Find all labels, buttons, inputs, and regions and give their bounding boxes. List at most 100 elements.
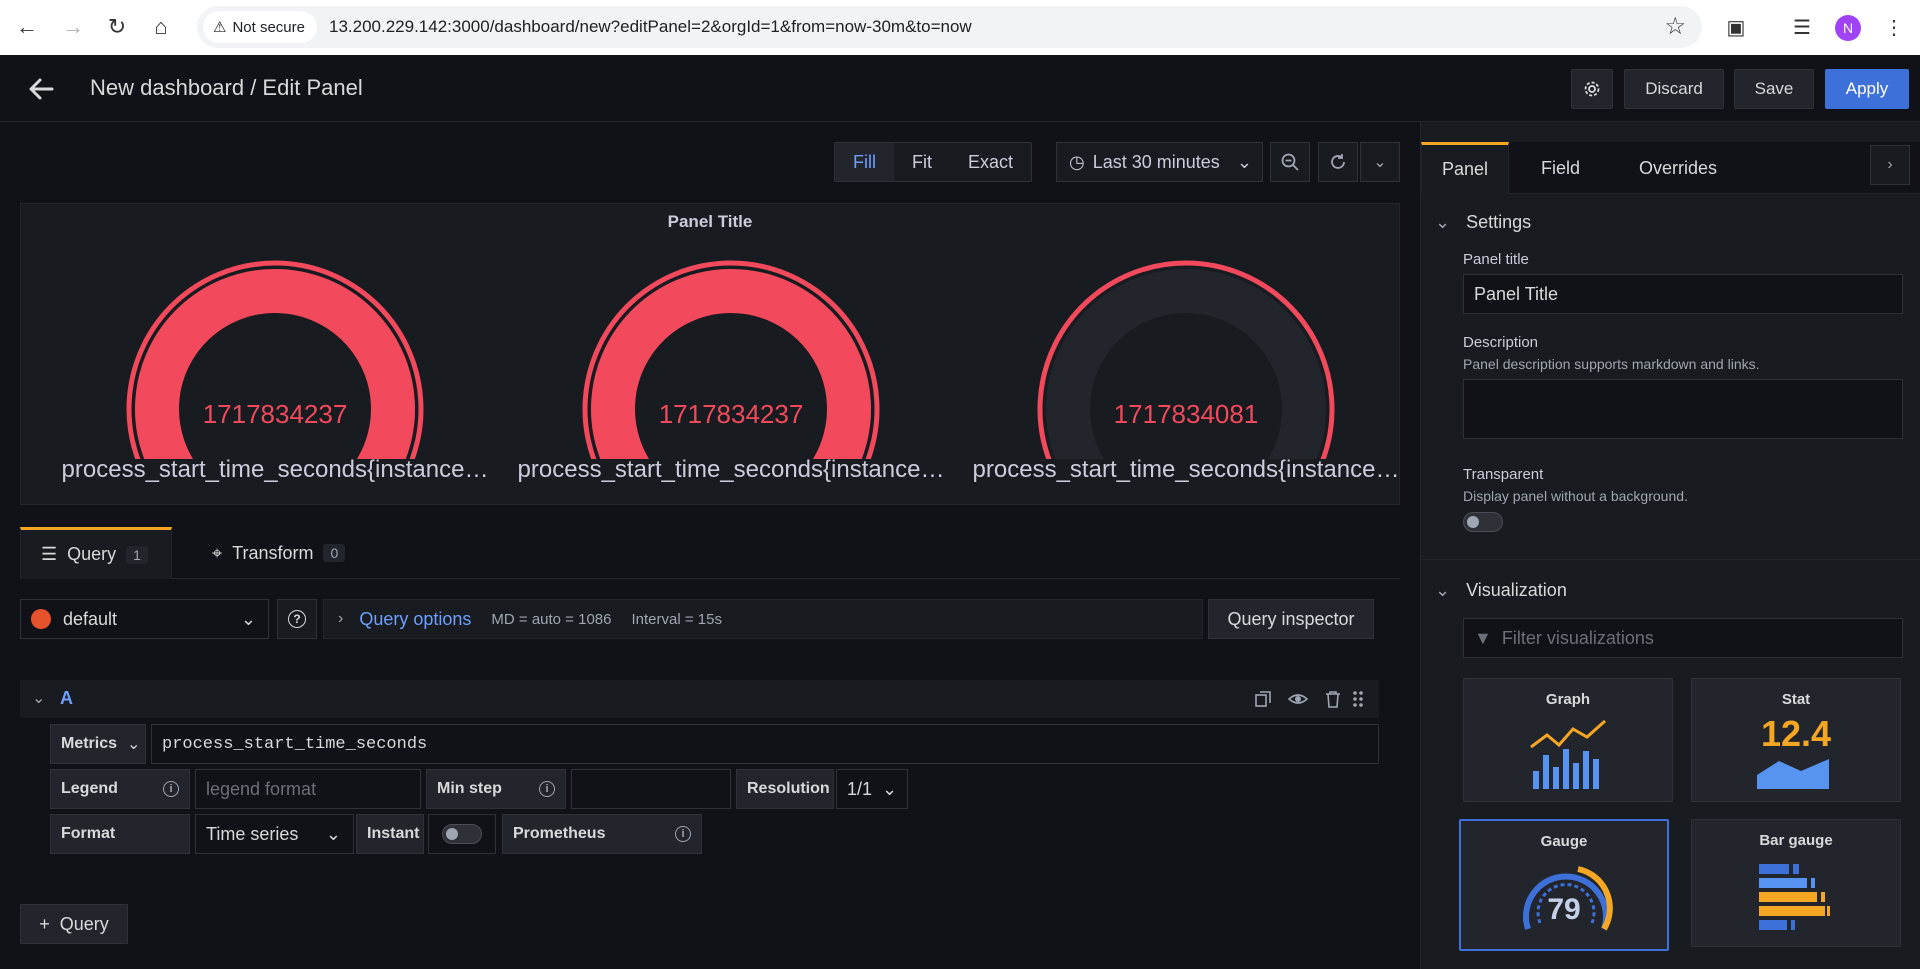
drag-handle-icon[interactable]: [1348, 689, 1368, 709]
instant-toggle[interactable]: [442, 824, 482, 844]
add-query-button[interactable]: + Query: [20, 904, 128, 944]
refresh-button[interactable]: [1318, 142, 1358, 182]
apply-button[interactable]: Apply: [1825, 69, 1909, 109]
description-textarea[interactable]: [1463, 379, 1903, 439]
instant-label: Instant: [356, 814, 424, 854]
time-range-picker[interactable]: ◷ Last 30 minutes ⌄: [1056, 142, 1263, 182]
panel-title-label: Panel title: [1463, 251, 1529, 268]
info-icon: i: [163, 781, 179, 797]
chevron-down-icon: ⌄: [1435, 211, 1451, 232]
add-query-label: Query: [59, 913, 109, 934]
bar-gauge-icon: [1759, 864, 1830, 930]
collapse-pane-button[interactable]: ›: [1870, 145, 1910, 185]
format-select[interactable]: Time series ⌄: [195, 814, 354, 854]
back-arrow-icon[interactable]: [26, 74, 56, 104]
extensions-icon[interactable]: ▣: [1718, 0, 1754, 55]
bookmark-star-icon[interactable]: ☆: [1664, 12, 1686, 41]
save-button[interactable]: Save: [1734, 69, 1814, 109]
chevron-down-icon: ⌄: [882, 778, 898, 799]
legend-label: Legend: [61, 780, 118, 797]
min-step-input[interactable]: [571, 769, 731, 809]
visualization-title: Visualization: [1466, 579, 1567, 600]
settings-section-header[interactable]: ⌄ Settings: [1421, 205, 1920, 239]
gauge-label: process_start_time_seconds{instance…: [517, 456, 945, 483]
panel-title-input[interactable]: Panel Title: [1463, 274, 1903, 314]
query-row-header[interactable]: ⌄ A: [20, 680, 1379, 718]
dashboard-settings-button[interactable]: [1571, 69, 1613, 109]
toggle-switch: [1463, 512, 1503, 532]
forward-icon[interactable]: →: [50, 4, 96, 50]
tab-field[interactable]: Field: [1521, 142, 1600, 194]
tab-query[interactable]: ☰ Query 1: [20, 527, 172, 579]
display-mode-toggle: Fill Fit Exact: [834, 142, 1033, 182]
max-data-points: MD = auto = 1086: [491, 610, 612, 628]
home-icon[interactable]: ⌂: [138, 4, 184, 50]
tab-overrides[interactable]: Overrides: [1619, 142, 1737, 194]
delete-query-icon[interactable]: [1323, 689, 1343, 709]
viz-card-gauge[interactable]: Gauge 79: [1459, 819, 1669, 951]
instant-toggle-box[interactable]: [428, 814, 496, 854]
datasource-picker[interactable]: default ⌄: [20, 599, 269, 639]
prometheus-icon: [31, 609, 51, 629]
editor-header: New dashboard / Edit Panel Discard Save …: [0, 55, 1920, 122]
query-inspector-button[interactable]: Query inspector: [1208, 599, 1374, 639]
legend-label-box: Legend i: [50, 769, 190, 809]
gear-icon: [1584, 81, 1600, 97]
prometheus-label: Prometheus: [513, 825, 606, 842]
datasource-help-button[interactable]: ?: [277, 599, 317, 639]
mode-exact[interactable]: Exact: [950, 143, 1031, 181]
back-icon[interactable]: ←: [4, 4, 50, 50]
tab-panel[interactable]: Panel: [1421, 142, 1510, 194]
media-icon[interactable]: ☰: [1784, 0, 1820, 55]
metrics-browser-button[interactable]: Metrics ⌄: [50, 724, 146, 764]
zoom-out-icon: [1281, 153, 1299, 171]
avatar: N: [1835, 14, 1861, 41]
panel-title: Panel Title: [667, 212, 753, 231]
datasource-name: default: [63, 608, 118, 629]
refresh-interval-dropdown[interactable]: ⌄: [1360, 142, 1400, 182]
address-bar[interactable]: ⚠ Not secure 13.200.229.142:3000/dashboa…: [197, 6, 1702, 48]
query-options[interactable]: › Query options MD = auto = 1086 Interva…: [323, 599, 1203, 639]
gauge-3: 1717834081 process_start_time_seconds{in…: [966, 249, 1406, 483]
gauge-track: [1046, 269, 1326, 459]
duplicate-query-icon[interactable]: [1253, 689, 1273, 709]
discard-button[interactable]: Discard: [1624, 69, 1724, 109]
legend-input[interactable]: legend format: [195, 769, 421, 809]
viz-card-title: Stat: [1781, 691, 1811, 708]
options-tabs: Panel Field Overrides: [1421, 142, 1920, 194]
transparent-toggle[interactable]: [1463, 512, 1503, 532]
visualization-section-header[interactable]: ⌄ Visualization: [1421, 568, 1920, 612]
mode-fit[interactable]: Fit: [894, 143, 950, 181]
kebab-menu-icon[interactable]: ⋮: [1876, 0, 1912, 55]
metrics-query-input[interactable]: process_start_time_seconds: [151, 724, 1379, 764]
filter-placeholder: Filter visualizations: [1501, 627, 1654, 648]
format-label: Format: [50, 814, 190, 854]
description-hint: Panel description supports markdown and …: [1463, 356, 1760, 372]
profile-button[interactable]: N: [1830, 0, 1866, 55]
viz-card-graph[interactable]: Graph: [1463, 678, 1673, 802]
gauge-value: 1717834081: [1113, 399, 1259, 429]
collapse-chevron-icon[interactable]: ⌄: [32, 688, 45, 708]
database-icon: ☰: [41, 544, 58, 564]
chevron-right-icon: ›: [338, 610, 344, 627]
security-badge[interactable]: ⚠ Not secure: [203, 11, 317, 43]
description-label: Description: [1463, 334, 1539, 351]
zoom-out-button[interactable]: [1270, 142, 1310, 182]
url-text[interactable]: 13.200.229.142:3000/dashboard/new?editPa…: [329, 17, 972, 37]
resolution-select[interactable]: 1/1 ⌄: [836, 769, 908, 809]
stat-sample-value: 12.4: [1760, 713, 1832, 754]
warning-icon: ⚠: [213, 19, 227, 36]
viz-card-stat[interactable]: Stat 12.4: [1691, 678, 1901, 802]
time-range-label: Last 30 minutes: [1092, 151, 1220, 172]
toggle-visibility-icon[interactable]: [1288, 689, 1308, 709]
chevron-down-icon: ⌄: [127, 736, 141, 753]
filter-visualizations-input[interactable]: ▼ Filter visualizations: [1463, 618, 1903, 658]
viz-card-bar-gauge[interactable]: Bar gauge: [1691, 819, 1901, 947]
tab-transform[interactable]: ⌖ Transform 0: [212, 527, 346, 579]
gauge-fill: [135, 269, 415, 459]
chevron-down-icon: ⌄: [325, 823, 341, 844]
mode-fill[interactable]: Fill: [835, 143, 894, 181]
tab-count: 1: [126, 545, 148, 564]
chevron-right-icon: ›: [1887, 156, 1893, 173]
reload-icon[interactable]: ↻: [94, 4, 140, 50]
